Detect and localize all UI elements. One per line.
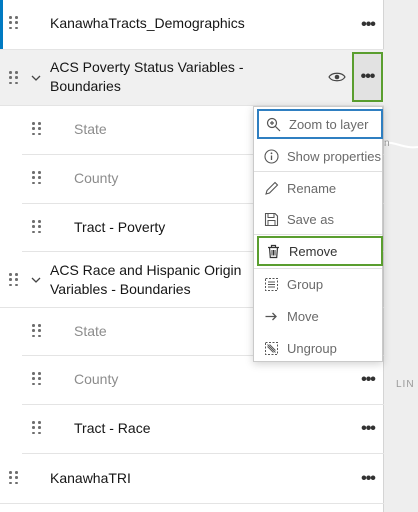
zoom-in-icon: [265, 116, 281, 132]
group-label-line1: ACS Race and Hispanic Origin: [50, 262, 242, 278]
trash-icon: [265, 243, 281, 259]
menu-item-label: Move: [287, 308, 319, 324]
layer-label: KanawhaTracts_Demographics: [50, 15, 245, 31]
map-label-bottom: LIN: [396, 379, 415, 390]
group-label-line1: ACS Poverty Status Variables -: [50, 59, 244, 75]
drag-handle-icon[interactable]: [32, 171, 42, 185]
menu-item-label: Show properties: [287, 148, 381, 164]
more-options-icon[interactable]: •••: [353, 10, 383, 40]
info-icon: [263, 148, 279, 164]
drag-handle-icon[interactable]: [32, 421, 42, 435]
layer-label: Tract - Race: [74, 420, 151, 436]
menu-item-zoom-to-layer[interactable]: Zoom to layer: [257, 109, 383, 139]
map-view[interactable]: n LIN: [384, 0, 418, 512]
group-label-line2: Boundaries: [50, 78, 121, 94]
menu-item-remove[interactable]: Remove: [257, 236, 383, 266]
active-indicator: [0, 0, 3, 49]
layer-label: State: [74, 121, 107, 137]
drag-handle-icon[interactable]: [32, 372, 42, 386]
ungroup-icon: [263, 340, 279, 356]
drag-handle-icon[interactable]: [32, 324, 42, 338]
map-label-top: n: [384, 138, 391, 149]
more-options-icon[interactable]: •••: [352, 52, 383, 102]
layer-group-poverty[interactable]: ACS Poverty Status Variables - Boundarie…: [0, 50, 384, 106]
layer-label: County: [74, 371, 119, 387]
menu-item-rename[interactable]: Rename: [257, 173, 383, 203]
more-options-icon[interactable]: •••: [353, 365, 383, 395]
menu-item-label: Save as: [287, 211, 334, 227]
menu-divider: [254, 171, 382, 172]
save-icon: [263, 211, 279, 227]
arrow-right-icon: [263, 308, 279, 324]
menu-item-ungroup[interactable]: Ungroup: [257, 333, 383, 363]
menu-item-label: Remove: [289, 243, 338, 259]
chevron-down-icon[interactable]: [30, 72, 42, 84]
layer-label: Tract - Poverty: [74, 219, 166, 235]
menu-item-save-as[interactable]: Save as: [257, 204, 383, 234]
menu-item-label: Group: [287, 276, 324, 292]
drag-handle-icon[interactable]: [32, 122, 42, 136]
menu-item-group[interactable]: Group: [257, 269, 383, 299]
drag-handle-icon[interactable]: [9, 273, 19, 287]
layer-context-menu: Zoom to layer Show properties Rename Sav…: [253, 106, 383, 362]
layer-row-county[interactable]: County •••: [22, 356, 384, 405]
pencil-icon: [263, 180, 279, 196]
layer-row-kanawhatri[interactable]: KanawhaTRI •••: [0, 454, 384, 504]
layer-row-tract-race[interactable]: Tract - Race •••: [22, 405, 384, 454]
layer-label: State: [74, 323, 107, 339]
more-options-icon[interactable]: •••: [353, 414, 383, 444]
layer-row-kanawhatracts[interactable]: KanawhaTracts_Demographics •••: [0, 0, 384, 50]
menu-divider: [254, 234, 382, 235]
menu-item-move[interactable]: Move: [257, 301, 383, 331]
drag-handle-icon[interactable]: [9, 471, 19, 485]
menu-item-label: Zoom to layer: [289, 116, 369, 132]
visibility-eye-icon[interactable]: [328, 70, 346, 84]
drag-handle-icon[interactable]: [32, 220, 42, 234]
chevron-down-icon[interactable]: [30, 274, 42, 286]
menu-item-show-properties[interactable]: Show properties: [257, 141, 383, 171]
drag-handle-icon[interactable]: [9, 16, 19, 30]
layer-label: County: [74, 170, 119, 186]
group-label-line2: Variables - Boundaries: [50, 281, 191, 297]
layer-label: KanawhaTRI: [50, 470, 131, 486]
group-icon: [263, 276, 279, 292]
menu-item-label: Ungroup: [287, 340, 337, 356]
drag-handle-icon[interactable]: [9, 71, 19, 85]
more-options-icon[interactable]: •••: [353, 464, 383, 494]
menu-item-label: Rename: [287, 180, 337, 196]
